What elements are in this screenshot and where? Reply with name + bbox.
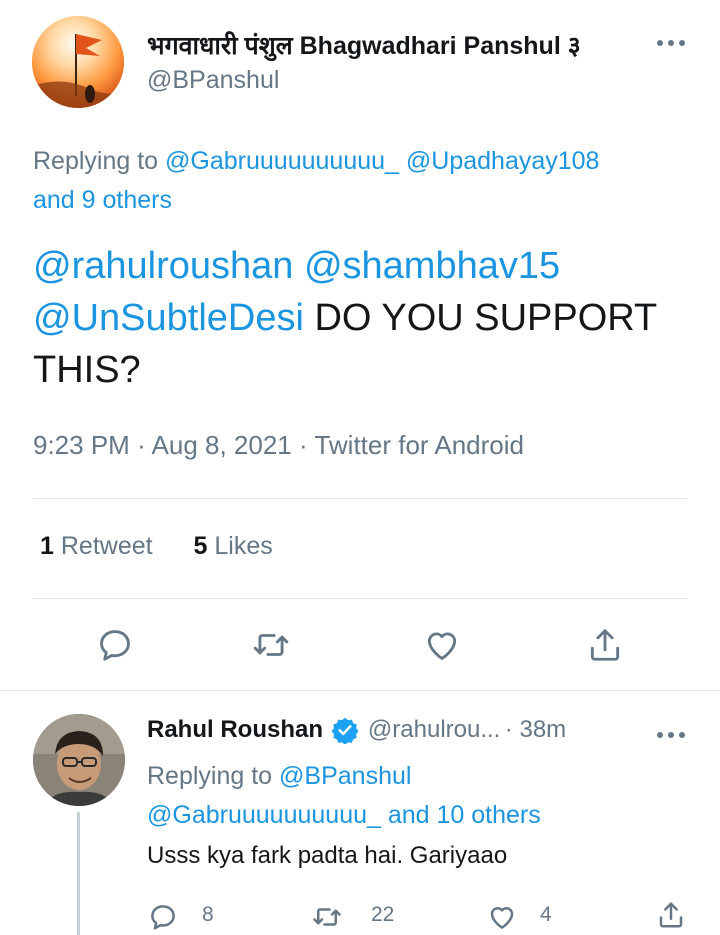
likes-stat[interactable]: 5 Likes <box>194 532 273 560</box>
reply-count: 8 <box>202 903 214 926</box>
main-tweet-header: भगवाधारी पंशुल Bhagwadhari Panshul ३ @BP… <box>32 16 692 111</box>
tweet-text: @rahulroushan @shambhav15 @UnSubtleDesi … <box>33 240 683 396</box>
author-name[interactable]: भगवाधारी पंशुल Bhagwadhari Panshul ३ <box>147 28 642 62</box>
retweet-icon[interactable] <box>312 902 342 932</box>
replying-to-context: Replying to @Gabruuuuuuuuuu_ @Upadhayay1… <box>33 142 683 220</box>
like-icon[interactable] <box>487 902 517 932</box>
replying-others-link[interactable]: and 10 others <box>388 801 541 829</box>
replying-user-link[interactable]: @Gabruuuuuuuuuu_ <box>147 801 381 829</box>
reply-author-avatar[interactable] <box>33 714 125 806</box>
retweet-count: 1 <box>40 532 54 560</box>
replying-user-link[interactable]: @BPanshul <box>279 762 411 790</box>
author-name-overflow: ३ <box>567 32 581 60</box>
tweet-stats: 1 Retweet 5 Likes <box>40 532 307 561</box>
mention-link[interactable]: @shambhav15 <box>304 245 560 287</box>
retweet-count: 22 <box>371 903 395 926</box>
more-options-icon[interactable] <box>656 38 686 48</box>
author-name-text: भगवाधारी पंशुल Bhagwadhari Panshul <box>147 32 561 60</box>
retweet-icon[interactable] <box>252 626 290 664</box>
share-icon[interactable] <box>656 900 686 930</box>
reply-icon[interactable] <box>148 902 178 932</box>
mention-link[interactable]: @UnSubtleDesi <box>33 297 304 339</box>
tweet-date[interactable]: Aug 8, 2021 <box>152 430 292 460</box>
meta-separator: · <box>299 430 308 460</box>
author-avatar[interactable] <box>32 16 124 108</box>
reply-author-name[interactable]: Rahul Roushan <box>147 716 323 743</box>
tweet-action-bar <box>0 622 720 672</box>
reply-replying-to: Replying to @BPanshul @Gabruuuuuuuuuu_ a… <box>147 757 687 835</box>
reply-icon[interactable] <box>96 626 134 664</box>
like-count: 4 <box>540 903 552 926</box>
reply-action-bar: 8 22 4 <box>0 898 720 935</box>
reply-header: Rahul Roushan @rahulrou... · 38m <box>147 716 687 752</box>
tweet-separator <box>0 690 720 691</box>
share-icon[interactable] <box>586 626 624 664</box>
reply-author-handle[interactable]: @rahulrou... <box>368 716 500 743</box>
retweet-label: Retweet <box>60 532 153 560</box>
likes-count: 5 <box>193 532 208 560</box>
more-options-icon[interactable] <box>656 730 686 740</box>
mention-link[interactable]: @rahulroushan <box>33 245 293 287</box>
replying-others-link[interactable]: and 9 others <box>33 186 172 214</box>
tweet-source[interactable]: Twitter for Android <box>314 430 524 460</box>
likes-label: Likes <box>214 532 273 560</box>
reply-time[interactable]: 38m <box>519 716 566 743</box>
reply-avatar-image <box>33 714 125 806</box>
meta-separator: · <box>137 430 146 460</box>
reply-separator: · <box>504 716 520 743</box>
replying-user-link[interactable]: @Upadhayay108 <box>406 147 600 175</box>
divider <box>33 598 687 599</box>
author-handle[interactable]: @BPanshul <box>147 66 279 95</box>
replying-to-label: Replying to <box>147 762 273 790</box>
retweet-stat[interactable]: 1 Retweet <box>40 532 153 560</box>
like-icon[interactable] <box>423 626 461 664</box>
avatar-image <box>32 16 124 108</box>
tweet-metadata: 9:23 PM · Aug 8, 2021 · Twitter for Andr… <box>33 430 524 461</box>
reply-tweet-text: Usss kya fark padta hai. Gariyaao <box>147 842 508 869</box>
verified-badge-icon <box>332 717 360 744</box>
replying-to-label: Replying to <box>33 147 159 175</box>
replying-user-link[interactable]: @Gabruuuuuuuuuu_ <box>165 147 399 175</box>
divider <box>33 498 687 499</box>
tweet-time[interactable]: 9:23 PM <box>33 430 130 460</box>
